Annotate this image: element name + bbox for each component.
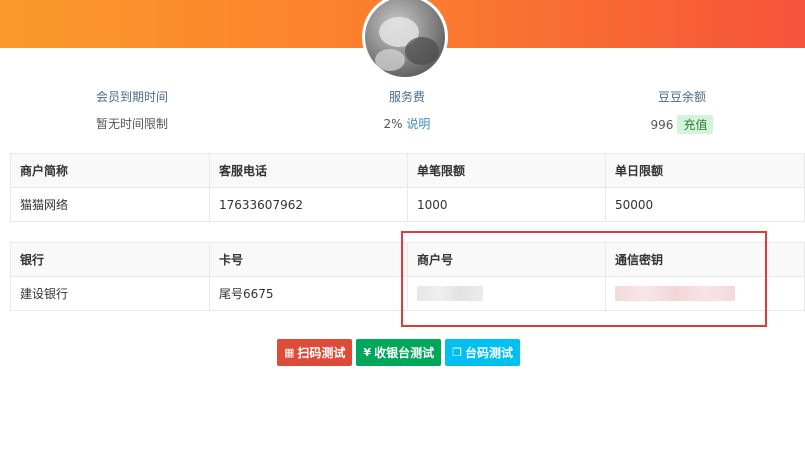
- stat-value: 暂无时间限制: [95, 117, 168, 131]
- column-header: 客服电话: [209, 153, 408, 188]
- qr-test-button[interactable]: ❐ 台码测试: [445, 339, 520, 366]
- column-header: 卡号: [209, 242, 408, 277]
- stat-label: 服务费: [388, 90, 425, 104]
- highlight-box: [401, 231, 767, 327]
- table-cell: 50000: [605, 187, 805, 222]
- button-label: 收银台测试: [374, 346, 435, 360]
- column-header: 银行: [10, 242, 210, 277]
- button-label: 台码测试: [464, 346, 513, 360]
- table-cell: 17633607962: [209, 187, 408, 222]
- test-actions: ▦ 扫码测试 ¥ 收银台测试 ❐ 台码测试: [277, 339, 520, 366]
- stat-balance: 豆豆余额 996 充值: [582, 88, 782, 134]
- table-header-row: 商户简称 客服电话 单笔限额 单日限额: [10, 153, 805, 188]
- table-cell: 1000: [407, 187, 606, 222]
- table-cell: 猫猫网络: [10, 187, 210, 222]
- stat-value-wrap: 996 充值: [582, 115, 782, 134]
- column-header: 商户简称: [10, 153, 210, 188]
- table-row: 猫猫网络 17633607962 1000 50000: [10, 187, 805, 222]
- copy-icon: ❐: [452, 346, 462, 359]
- yen-icon: ¥: [363, 346, 372, 359]
- stat-membership: 会员到期时间 暂无时间限制: [32, 88, 232, 132]
- stat-value-wrap: 2% 说明: [307, 115, 507, 132]
- stat-value: 2%: [383, 117, 403, 131]
- qrcode-icon: ▦: [284, 346, 295, 359]
- merchant-info-table: 商户简称 客服电话 单笔限额 单日限额 猫猫网络 17633607962 100…: [10, 153, 805, 222]
- recharge-button[interactable]: 充值: [677, 115, 714, 134]
- table-cell: 尾号6675: [209, 276, 408, 311]
- scan-test-button[interactable]: ▦ 扫码测试: [277, 339, 353, 366]
- stat-value: 996: [650, 118, 674, 132]
- stat-service-fee: 服务费 2% 说明: [307, 88, 507, 132]
- button-label: 扫码测试: [297, 346, 346, 360]
- stat-label: 豆豆余额: [657, 90, 706, 104]
- avatar[interactable]: [362, 0, 448, 80]
- column-header: 单日限额: [605, 153, 805, 188]
- fee-explain-link[interactable]: 说明: [406, 117, 430, 131]
- column-header: 单笔限额: [407, 153, 606, 188]
- stat-label: 会员到期时间: [95, 90, 168, 104]
- table-cell: 建设银行: [10, 276, 210, 311]
- cashier-test-button[interactable]: ¥ 收银台测试: [356, 339, 442, 366]
